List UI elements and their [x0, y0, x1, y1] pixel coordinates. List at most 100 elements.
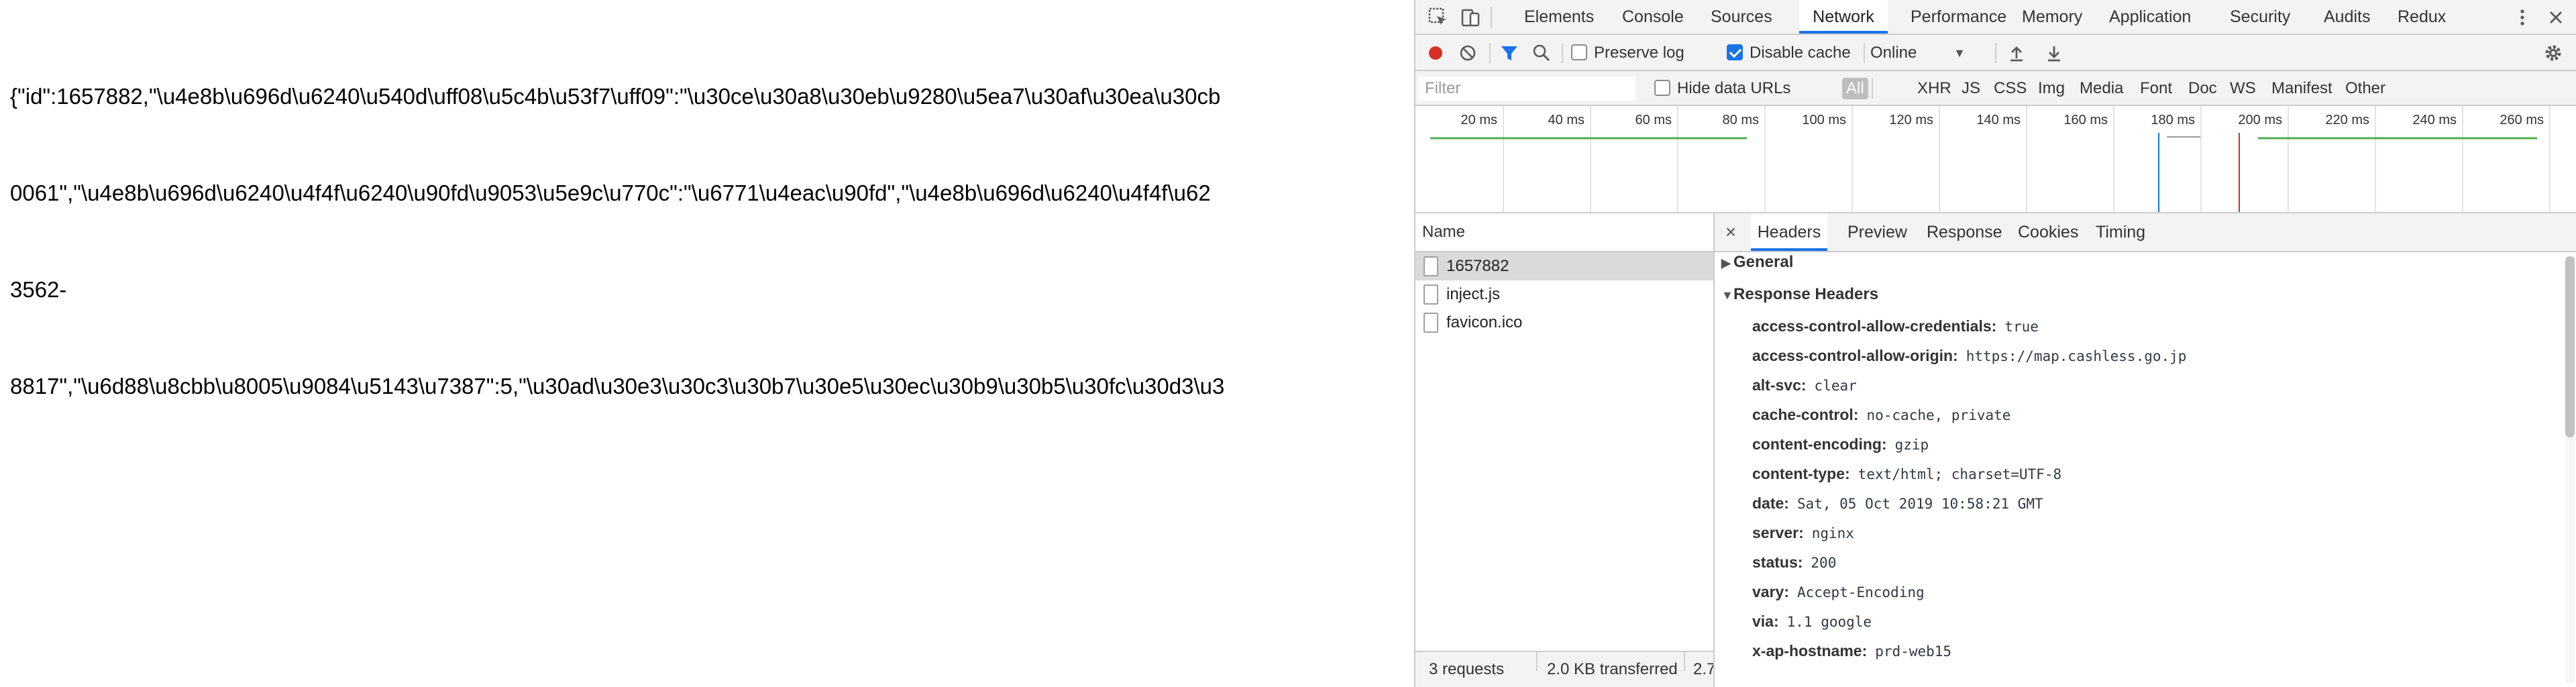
preserve-log-checkbox[interactable]: Preserve log — [1571, 43, 1684, 63]
filter-type-js[interactable]: JS — [1957, 78, 1984, 99]
hide-data-urls-checkbox[interactable]: Hide data URLs — [1654, 78, 1790, 99]
request-row-1657882[interactable]: 1657882 — [1415, 252, 1713, 280]
devtools-tabbar: Elements Console Sources Network Perform… — [1415, 0, 2576, 35]
filter-icon[interactable] — [1499, 42, 1520, 64]
request-name: favicon.ico — [1446, 313, 1523, 331]
hide-data-urls-label: Hide data URLs — [1677, 79, 1791, 97]
header-value: no-cache, private — [1866, 407, 2011, 423]
filter-type-img[interactable]: Img — [2034, 78, 2069, 99]
header-row: content-encoding: gzip — [1752, 429, 1929, 459]
close-devtools-icon[interactable] — [2544, 5, 2568, 30]
network-overview[interactable]: 20 ms 40 ms 60 ms 80 ms 100 ms 120 ms 14… — [1415, 106, 2576, 213]
clear-icon[interactable] — [1457, 42, 1479, 64]
tab-console[interactable]: Console — [1619, 0, 1686, 34]
preserve-log-box[interactable] — [1571, 44, 1587, 60]
detail-tabbar: × Headers Preview Response Cookies Timin… — [1715, 213, 2576, 252]
header-key: vary: — [1752, 583, 1789, 600]
name-column-header[interactable]: Name — [1415, 213, 1713, 252]
general-section-toggle[interactable]: ▶ General — [1721, 252, 1793, 273]
header-value: prd-web15 — [1875, 643, 1952, 659]
script-file-icon — [1424, 284, 1438, 305]
filter-separator — [1872, 78, 1873, 99]
tab-performance[interactable]: Performance — [1908, 0, 2009, 34]
hide-data-urls-box[interactable] — [1654, 80, 1670, 96]
tab-memory[interactable]: Memory — [2019, 0, 2085, 34]
header-key: access-control-allow-credentials: — [1752, 317, 1997, 335]
tab-timing[interactable]: Timing — [2093, 213, 2148, 251]
tab-sources[interactable]: Sources — [1708, 0, 1775, 34]
request-detail-pane: × Headers Preview Response Cookies Timin… — [1715, 213, 2576, 687]
general-section-title: General — [1733, 253, 1794, 271]
header-row: status: 200 — [1752, 547, 1836, 577]
tab-preview[interactable]: Preview — [1845, 213, 1910, 251]
throttling-select[interactable]: Online ▼ — [1870, 40, 1971, 66]
header-key: content-encoding: — [1752, 435, 1887, 453]
import-har-icon[interactable] — [2006, 42, 2027, 64]
tab-headers[interactable]: Headers — [1751, 213, 1827, 251]
request-list-pane: Name 1657882 inject.js favicon.ico 3 req… — [1415, 213, 1715, 687]
tab-cookies[interactable]: Cookies — [2015, 213, 2081, 251]
header-row: access-control-allow-origin: https://map.… — [1752, 341, 2186, 370]
filter-type-manifest[interactable]: Manifest — [2267, 78, 2337, 99]
transferred-size: 2.0 KB transferred — [1547, 660, 1678, 678]
expanded-triangle-icon: ▼ — [1721, 288, 1733, 302]
tab-response[interactable]: Response — [1924, 213, 2005, 251]
close-detail-icon[interactable]: × — [1719, 220, 1743, 244]
tab-redux[interactable]: Redux — [2395, 0, 2449, 34]
filter-input[interactable] — [1418, 76, 1635, 101]
toolbar-separator — [1562, 43, 1563, 63]
header-value: true — [2004, 319, 2039, 335]
request-row-favicon[interactable]: favicon.ico — [1415, 309, 1713, 337]
filter-type-css[interactable]: CSS — [1990, 78, 2031, 99]
json-line: {"id":1657882,"\u4e8b\u696d\u6240\u540d\… — [10, 84, 1221, 109]
header-key: access-control-allow-origin: — [1752, 347, 1958, 364]
request-name: 1657882 — [1446, 257, 1509, 275]
header-value: 1.1 google — [1786, 614, 1872, 630]
header-value: Sat, 05 Oct 2019 10:58:21 GMT — [1796, 496, 2043, 512]
request-row-inject-js[interactable]: inject.js — [1415, 280, 1713, 309]
dropdown-arrow-icon: ▼ — [1953, 46, 1966, 60]
filter-type-xhr[interactable]: XHR — [1913, 78, 1955, 99]
device-toolbar-icon[interactable] — [1458, 5, 1483, 30]
header-key: server: — [1752, 524, 1804, 541]
resources-size: 2.7 — [1693, 660, 1713, 678]
response-headers-section-toggle[interactable]: ▼Response Headers — [1721, 284, 1878, 305]
filter-type-media[interactable]: Media — [2076, 78, 2127, 99]
status-separator — [1684, 652, 1685, 671]
settings-gear-icon[interactable] — [2542, 42, 2564, 64]
tab-audits[interactable]: Audits — [2321, 0, 2373, 34]
filter-type-font[interactable]: Font — [2136, 78, 2176, 99]
tab-network[interactable]: Network — [1799, 0, 1888, 34]
filter-type-doc[interactable]: Doc — [2184, 78, 2221, 99]
inspect-element-icon[interactable] — [1426, 5, 1450, 30]
header-row: via: 1.1 google — [1752, 606, 1872, 636]
filter-type-other[interactable]: Other — [2341, 78, 2390, 99]
preserve-log-label: Preserve log — [1594, 44, 1684, 62]
filter-type-ws[interactable]: WS — [2226, 78, 2260, 99]
header-key: x-ap-hostname: — [1752, 642, 1868, 659]
scrollbar-thumb[interactable] — [2565, 256, 2575, 437]
filter-type-all[interactable]: All — [1842, 78, 1868, 99]
tab-security[interactable]: Security — [2227, 0, 2293, 34]
json-line: 3562- — [10, 277, 67, 302]
tab-application[interactable]: Application — [2106, 0, 2194, 34]
disable-cache-box[interactable] — [1727, 44, 1743, 60]
tab-elements[interactable]: Elements — [1521, 0, 1597, 34]
filter-bar: Hide data URLs All — [1415, 71, 2576, 106]
network-status-bar: 3 requests 2.0 KB transferred 2.7 — [1415, 651, 1713, 687]
disable-cache-checkbox[interactable]: Disable cache — [1727, 43, 1851, 63]
toolbar-separator — [1489, 43, 1491, 63]
header-row: server: nginx — [1752, 518, 1854, 547]
record-icon[interactable] — [1425, 42, 1446, 64]
headers-scrollbar[interactable] — [2565, 256, 2575, 683]
collapsed-triangle-icon: ▶ — [1721, 256, 1731, 270]
more-options-icon[interactable] — [2510, 5, 2534, 30]
json-line: 8817","\u6d88\u8cbb\u8005\u9084\u5143\u7… — [10, 374, 1225, 399]
search-icon[interactable] — [1531, 42, 1552, 64]
export-har-icon[interactable] — [2043, 42, 2065, 64]
header-value: 200 — [1811, 555, 1837, 571]
header-key: alt-svc: — [1752, 376, 1807, 394]
header-row: alt-svc: clear — [1752, 370, 1857, 400]
throttling-value: Online — [1870, 44, 1917, 62]
request-name: inject.js — [1446, 285, 1501, 303]
